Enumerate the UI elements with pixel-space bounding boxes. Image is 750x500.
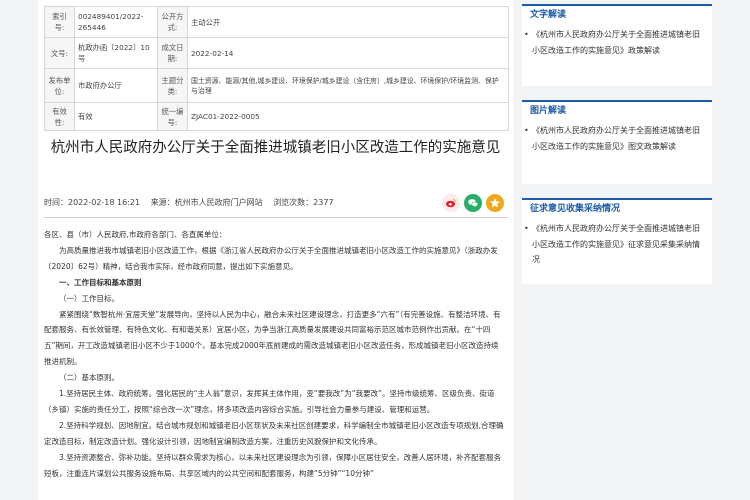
subsection-heading: （二）基本原则。: [59, 373, 119, 383]
sidebar-heading: 图片解读: [522, 100, 712, 121]
article-source: 来源：杭州市人民政府门户网站: [150, 198, 263, 207]
divider: [44, 217, 508, 218]
share-buttons: [442, 194, 504, 212]
meta-label: 有效性:: [44, 102, 75, 131]
publish-time: 时间：2022-02-18 16:21: [44, 198, 141, 207]
meta-label: 主题分类:: [157, 68, 188, 103]
sidebar-link[interactable]: • 《杭州市人民政府办公厅关于全面推进城镇老旧小区改造工作的实施意见》图文政策解…: [522, 121, 712, 154]
sidebar-link-text: 《杭州市人民政府办公厅关于全面推进城镇老旧小区改造工作的实施意见》图文政策解读: [532, 126, 700, 151]
body-paragraph: 紧紧围绕“数智杭州·宜居天堂”发展导向，坚持以人民为中心，融合未来社区建设理念，…: [44, 309, 501, 367]
meta-label: 成文日期:: [157, 37, 188, 69]
meta-value: 国土资源、能源/其他,城乡建设、环境保护/城乡建设（含住房）,城乡建设、环境保护…: [187, 68, 509, 103]
body-paragraph: 1.坚持居民主体、政府统筹。强化居民的“主人翁”意识，发挥其主体作用，变“要我改…: [44, 389, 495, 414]
bullet-icon: •: [524, 224, 529, 233]
page-title: 杭州市人民政府办公厅关于全面推进城镇老旧小区改造工作的实施意见: [50, 140, 501, 156]
body-paragraph: 3.坚持资源整合、弥补功能。坚持以群众需求为核心，以未来社区建设理念为引领，保障…: [44, 452, 502, 478]
bullet-icon: •: [524, 30, 529, 39]
meta-value: 有效: [74, 102, 158, 131]
view-count: 浏览次数：2377: [273, 198, 334, 207]
subsection-heading: （一）工作目标。: [59, 293, 119, 303]
body-paragraph: 各区、县（市）人民政府,市政府各部门、各直属单位：: [44, 230, 227, 239]
main-content: 索引号: 002489401/2022-265446 公开方式: 主动公开 文号…: [38, 0, 513, 500]
sidebar: 文字解读 • 《杭州市人民政府办公厅关于全面推进城镇老旧小区改造工作的实施意见》…: [522, 0, 712, 500]
sidebar-section-feedback: 征求意见收集采纳情况 • 《杭州市人民政府办公厅关于全面推进城镇老旧小区改造工作…: [522, 198, 712, 284]
meta-label: 发布单位:: [44, 68, 75, 103]
meta-value: 市政府办公厅: [74, 68, 158, 103]
sidebar-heading: 征求意见收集采纳情况: [522, 198, 712, 219]
meta-label: 统一编号:: [157, 102, 188, 131]
meta-row: 发布单位: 市政府办公厅 主题分类: 国土资源、能源/其他,城乡建设、环境保护/…: [44, 68, 509, 103]
sidebar-section-text-interpretation: 文字解读 • 《杭州市人民政府办公厅关于全面推进城镇老旧小区改造工作的实施意见》…: [522, 4, 712, 86]
sidebar-section-image-interpretation: 图片解读 • 《杭州市人民政府办公厅关于全面推进城镇老旧小区改造工作的实施意见》…: [522, 100, 712, 184]
body-paragraph: 2.坚持科学规划、因地制宜。结合城市规划和城镇老旧小区现状及未来社区创建要求，科…: [44, 420, 504, 446]
sidebar-link[interactable]: • 《杭州市人民政府办公厅关于全面推进城镇老旧小区改造工作的实施意见》政策解读: [522, 25, 712, 58]
meta-label: 公开方式:: [157, 6, 188, 38]
body-paragraph: 为高质量推进我市城镇老旧小区改造工作，根据《浙江省人民政府办公厅关于全面推进城镇…: [44, 245, 498, 271]
meta-value: 杭政办函〔2022〕10号: [74, 37, 158, 69]
article-info: 时间：2022-02-18 16:21 来源：杭州市人民政府门户网站 浏览次数：…: [44, 194, 508, 212]
meta-value: 2022-02-14: [187, 37, 509, 69]
article-body: 各区、县（市）人民政府,市政府各部门、各直属单位： 为高质量推进我市城镇老旧小区…: [44, 227, 506, 482]
sidebar-link-text: 《杭州市人民政府办公厅关于全面推进城镇老旧小区改造工作的实施意见》政策解读: [532, 30, 700, 55]
meta-value: 002489401/2022-265446: [74, 6, 158, 38]
meta-label: 文号:: [44, 37, 75, 69]
meta-row: 索引号: 002489401/2022-265446 公开方式: 主动公开: [44, 6, 509, 38]
meta-value: ZJAC01-2022-0005: [187, 102, 509, 131]
meta-label: 索引号:: [44, 6, 75, 38]
sidebar-link-text: 《杭州市人民政府办公厅关于全面推进城镇老旧小区改造工作的实施意见》征求意见采集采…: [532, 224, 700, 265]
favorite-star-icon[interactable]: [486, 194, 504, 212]
wechat-share-icon[interactable]: [464, 194, 482, 212]
meta-row: 有效性: 有效 统一编号: ZJAC01-2022-0005: [44, 102, 509, 131]
sidebar-link[interactable]: • 《杭州市人民政府办公厅关于全面推进城镇老旧小区改造工作的实施意见》征求意见采…: [522, 219, 712, 268]
weibo-share-icon[interactable]: [442, 194, 460, 212]
section-heading: 一、工作目标和基本原则: [59, 277, 142, 287]
bullet-icon: •: [524, 126, 529, 135]
meta-value: 主动公开: [187, 6, 509, 38]
meta-row: 文号: 杭政办函〔2022〕10号 成文日期: 2022-02-14: [44, 37, 509, 69]
document-metadata-table: 索引号: 002489401/2022-265446 公开方式: 主动公开 文号…: [44, 6, 509, 131]
sidebar-heading: 文字解读: [522, 4, 712, 25]
